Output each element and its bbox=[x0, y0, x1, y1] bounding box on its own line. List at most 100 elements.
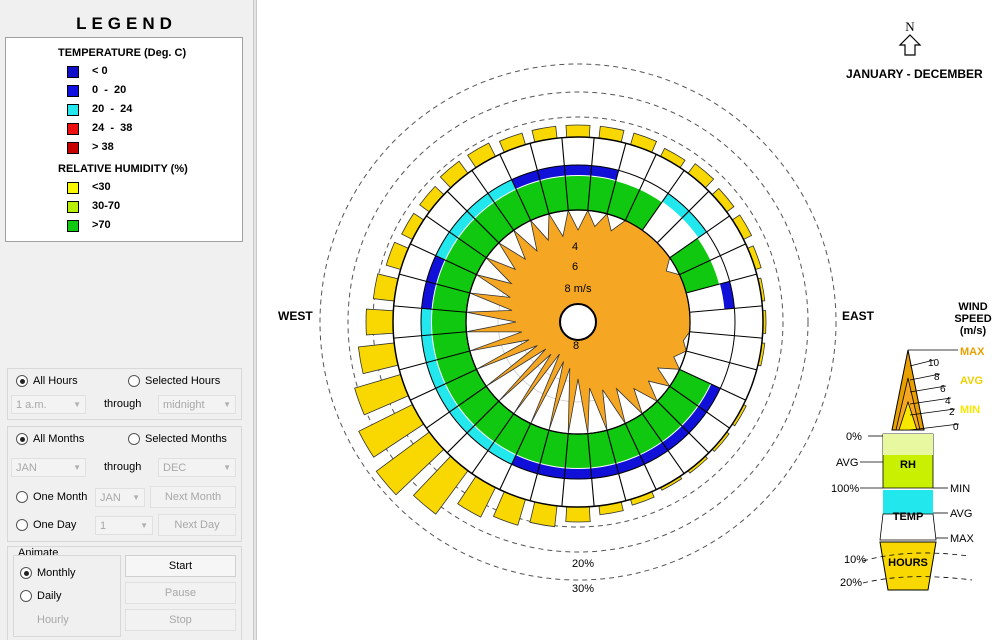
temperature-swatch bbox=[67, 142, 79, 154]
months-group: All Months Selected Months JAN ▼ through … bbox=[7, 426, 242, 542]
hours-to-select[interactable]: midnight ▼ bbox=[158, 395, 236, 414]
temperature-swatch bbox=[67, 85, 79, 97]
temp-max-label: MAX bbox=[950, 533, 975, 545]
months-to-value: DEC bbox=[163, 461, 187, 474]
hours-from-value: 1 a.m. bbox=[16, 398, 47, 411]
radio-indicator bbox=[16, 375, 28, 387]
wind-wheel: 4 6 8 m/s 8 20% 30% N bbox=[319, 19, 922, 595]
selected-hours-label: Selected Hours bbox=[145, 375, 221, 387]
months-to-select[interactable]: DEC ▼ bbox=[158, 458, 236, 477]
months-from-value: JAN bbox=[16, 461, 37, 474]
all-months-radio[interactable]: All Months bbox=[16, 433, 84, 445]
temperature-item-label: 20 - 24 bbox=[92, 103, 133, 115]
chevron-down-icon: ▼ bbox=[223, 400, 231, 409]
speed-tick-label: 0 bbox=[953, 422, 959, 433]
speed-tick-label: 2 bbox=[949, 407, 955, 418]
selected-months-radio[interactable]: Selected Months bbox=[128, 433, 227, 445]
one-month-value: JAN bbox=[100, 491, 121, 504]
temperature-swatch bbox=[67, 66, 79, 78]
one-month-radio[interactable]: One Month bbox=[16, 491, 87, 503]
hours-to-value: midnight bbox=[163, 398, 205, 411]
humidity-item-label: 30-70 bbox=[92, 200, 121, 212]
hours-through-label: through bbox=[104, 398, 142, 410]
next-day-button[interactable]: Next Day bbox=[158, 514, 236, 536]
months-from-select[interactable]: JAN ▼ bbox=[11, 458, 86, 477]
panel-divider[interactable] bbox=[253, 0, 257, 640]
radio-indicator bbox=[128, 433, 140, 445]
temp-text: TEMP bbox=[893, 511, 924, 523]
rh-text: RH bbox=[900, 459, 916, 471]
all-months-label: All Months bbox=[33, 433, 85, 445]
one-month-label: One Month bbox=[33, 491, 88, 503]
hourly-option[interactable]: Hourly bbox=[37, 614, 69, 626]
speed-ring-label: 8 m/s bbox=[565, 283, 592, 295]
chevron-down-icon: ▼ bbox=[140, 521, 148, 530]
one-day-label: One Day bbox=[33, 519, 77, 531]
legend-title: LEGEND bbox=[76, 14, 177, 33]
selected-months-label: Selected Months bbox=[145, 433, 227, 445]
radio-indicator bbox=[20, 567, 32, 579]
speed-ring-label: 6 bbox=[572, 261, 578, 273]
hours-bar bbox=[365, 308, 394, 336]
start-button[interactable]: Start bbox=[125, 555, 236, 577]
one-day-radio[interactable]: One Day bbox=[16, 519, 76, 531]
legend-box: TEMPERATURE (Deg. C) < 0 0 - 20 20 - 24 24 … bbox=[5, 37, 243, 242]
wind-wheel-chart: 468 m/s820%30%N WINDSPEED(m/s)1086420MAX… bbox=[319, 19, 992, 595]
speed-tick-label: 8 bbox=[934, 372, 940, 383]
temperature-swatch bbox=[67, 123, 79, 135]
chart-area: 468 m/s 8 20% 30% N WIND SPEED (m/s) 10 8 6 4 2 0 MAX… bbox=[258, 0, 996, 640]
hours-bar bbox=[357, 342, 399, 375]
rh-avg-label: AVG bbox=[836, 457, 858, 469]
key-min-label: MIN bbox=[960, 404, 980, 416]
temperature-swatch bbox=[67, 104, 79, 116]
left-panel: LEGEND TEMPERATURE (Deg. C) < 0 0 - 20 20 … bbox=[0, 0, 253, 640]
hours-bar bbox=[565, 506, 591, 523]
all-hours-radio[interactable]: All Hours bbox=[16, 375, 78, 387]
months-through-label: through bbox=[104, 461, 142, 473]
selected-hours-radio[interactable]: Selected Hours bbox=[128, 375, 220, 387]
one-day-select[interactable]: 1 ▼ bbox=[95, 516, 153, 535]
temperature-item-label: < 0 bbox=[92, 65, 108, 77]
temp-avg-label: AVG bbox=[950, 508, 972, 520]
hours-from-select[interactable]: 1 a.m. ▼ bbox=[11, 395, 86, 414]
temperature-segment bbox=[564, 164, 592, 176]
humidity-segment bbox=[565, 433, 591, 469]
key-title-line: WIND bbox=[958, 301, 987, 313]
hours-bar bbox=[565, 124, 591, 138]
humidity-segment bbox=[565, 176, 591, 211]
humidity-segment bbox=[432, 309, 467, 335]
temperature-item-label: > 38 bbox=[92, 141, 114, 153]
speed-ring-label-south: 8 bbox=[573, 340, 579, 352]
speed-ring-label: 4 bbox=[572, 241, 578, 253]
next-month-button[interactable]: Next Month bbox=[150, 486, 236, 508]
all-hours-label: All Hours bbox=[33, 375, 78, 387]
temperature-heading: TEMPERATURE (Deg. C) bbox=[58, 47, 187, 59]
rh-band-top bbox=[883, 434, 933, 455]
one-month-select[interactable]: JAN ▼ bbox=[95, 488, 145, 507]
humidity-heading: RELATIVE HUMIDITY (%) bbox=[58, 163, 188, 175]
radio-indicator bbox=[20, 590, 32, 602]
pause-button[interactable]: Pause bbox=[125, 582, 236, 604]
temperature-item-label: 24 - 38 bbox=[92, 122, 133, 134]
daily-radio[interactable]: Daily bbox=[20, 590, 61, 602]
radio-indicator bbox=[16, 433, 28, 445]
west-label: WEST bbox=[278, 309, 313, 323]
radio-indicator bbox=[16, 519, 28, 531]
temperature-item-label: 0 - 20 bbox=[92, 84, 127, 96]
humidity-item-label: >70 bbox=[92, 219, 111, 231]
chevron-down-icon: ▼ bbox=[223, 463, 231, 472]
period-label: JANUARY - DECEMBER bbox=[846, 67, 983, 81]
daily-label: Daily bbox=[37, 590, 62, 602]
hours-percent-label: 20% bbox=[572, 558, 594, 570]
key-title-line: (m/s) bbox=[960, 325, 987, 337]
north-arrow-icon bbox=[898, 34, 922, 56]
stop-button[interactable]: Stop bbox=[125, 609, 236, 631]
monthly-radio[interactable]: Monthly bbox=[20, 567, 76, 579]
hours-percent-label: 30% bbox=[572, 583, 594, 595]
hours-text: HOURS bbox=[888, 557, 928, 569]
north-label: N bbox=[905, 19, 915, 34]
humidity-swatch bbox=[67, 201, 79, 213]
hours-10-label: 10% bbox=[844, 554, 866, 566]
humidity-swatch bbox=[67, 182, 79, 194]
humidity-swatch bbox=[67, 220, 79, 232]
